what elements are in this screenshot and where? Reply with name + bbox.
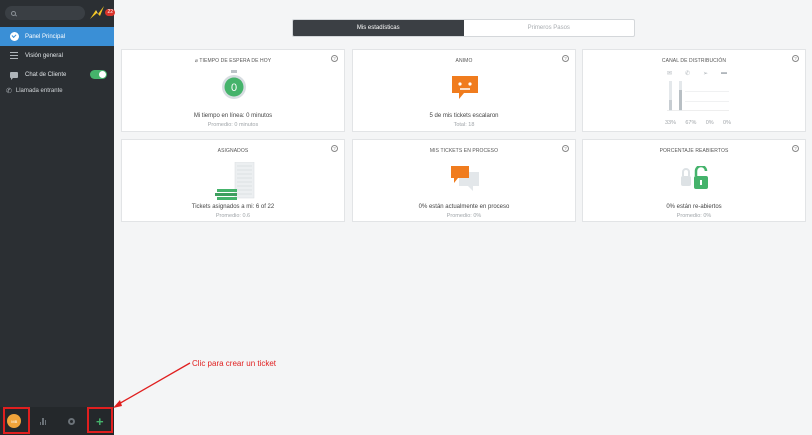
annotation-text: Clic para crear un ticket — [192, 359, 277, 368]
annotation-arrow — [113, 362, 191, 408]
